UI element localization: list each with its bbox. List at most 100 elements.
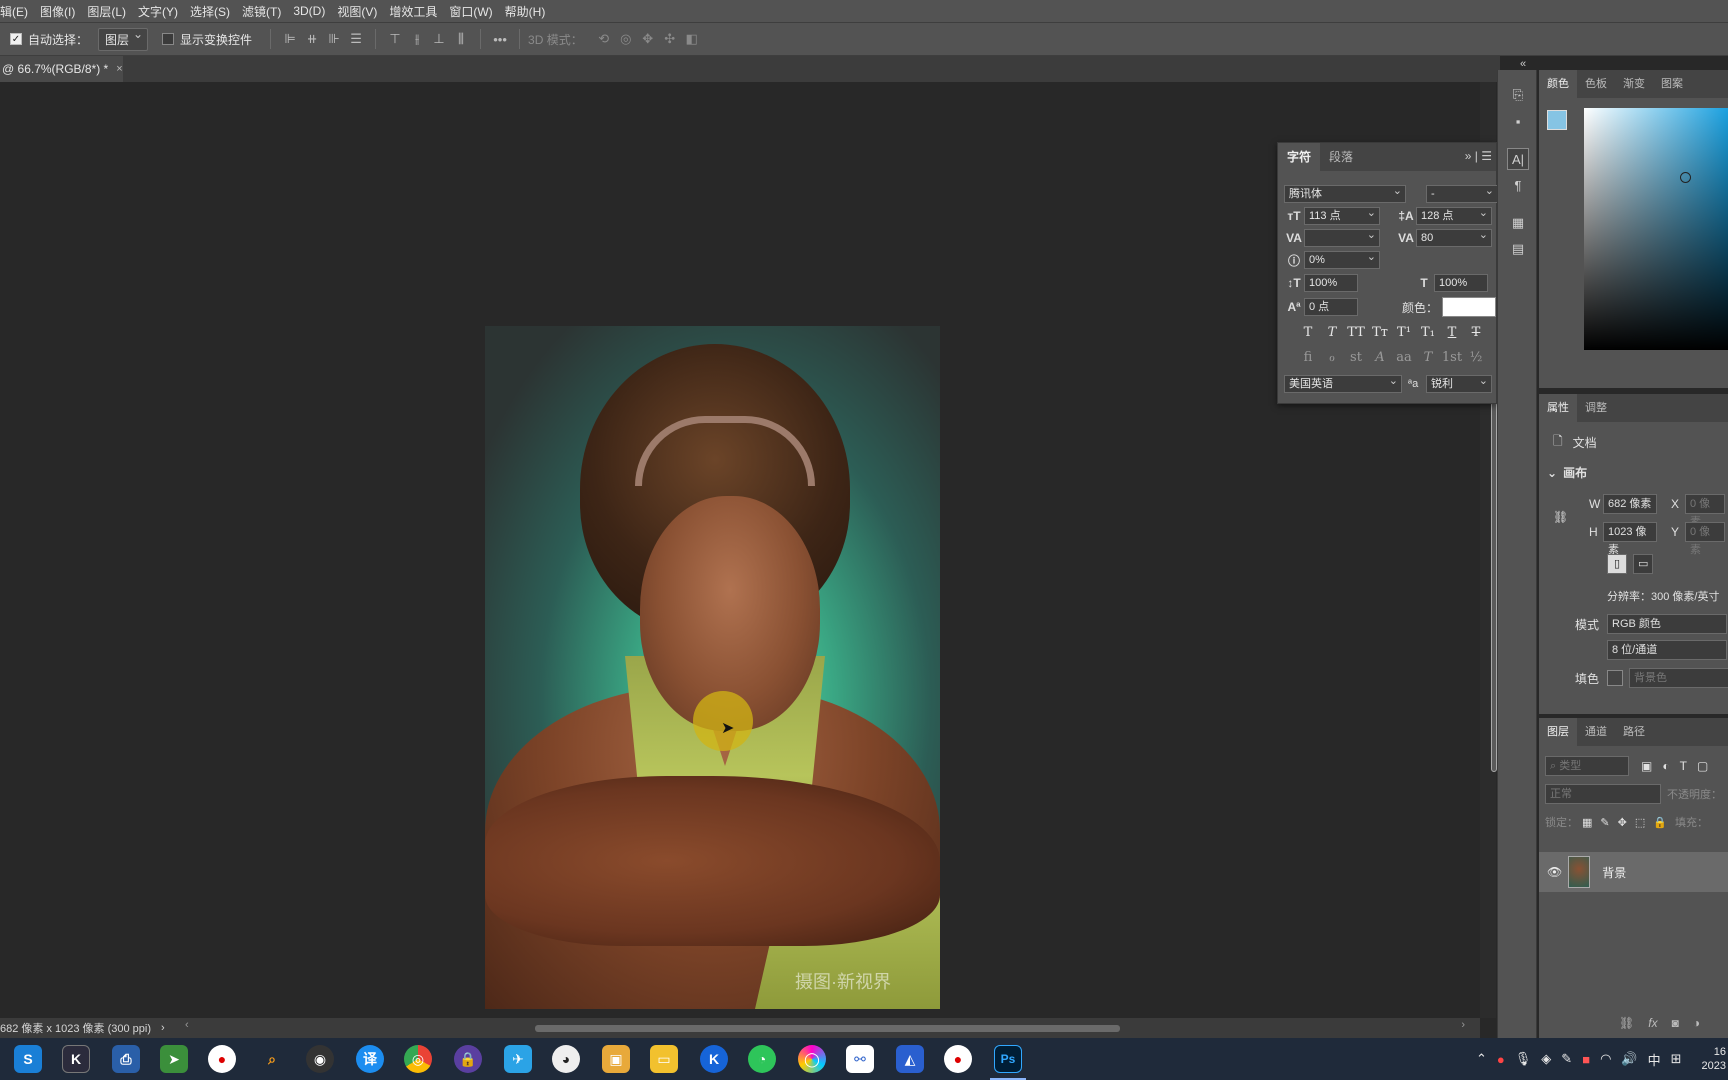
language-select[interactable]: 美国英语 xyxy=(1284,373,1402,393)
fill-select[interactable]: 背景色 xyxy=(1629,668,1728,688)
comments-icon[interactable]: ▪ xyxy=(1507,110,1529,132)
font-style-select[interactable]: - xyxy=(1426,183,1498,203)
horizontal-scrollbar[interactable]: ‹ › xyxy=(175,1019,1475,1034)
ime-grid-icon[interactable]: ⊞ xyxy=(1671,1051,1682,1067)
app-k-icon[interactable]: K xyxy=(62,1045,90,1073)
filter-type-icon[interactable]: T xyxy=(1680,759,1687,773)
chevron-down-icon[interactable]: ⌄ xyxy=(1547,466,1557,480)
auto-select-checkbox[interactable]: ✓ xyxy=(10,33,22,45)
font-family-select[interactable]: 腾讯体 xyxy=(1284,183,1406,203)
filter-pixel-icon[interactable]: ▣ xyxy=(1641,759,1652,773)
tab-layers[interactable]: 图层 xyxy=(1539,718,1577,746)
maps-icon[interactable]: ✈ xyxy=(504,1045,532,1073)
align-bottom-icon[interactable]: ⊥ xyxy=(428,28,450,50)
anti-alias-select[interactable]: 锐利 xyxy=(1426,373,1492,393)
menu-plugins[interactable]: 增效工具 xyxy=(389,3,443,20)
lock-all-icon[interactable]: 🔒 xyxy=(1653,816,1667,829)
lock-move-icon[interactable]: ✥ xyxy=(1618,816,1627,829)
canvas-y-field[interactable]: 0 像素 xyxy=(1685,522,1725,556)
filter-shape-icon[interactable]: ▢ xyxy=(1697,759,1708,773)
paragraph-panel-icon[interactable]: ¶ xyxy=(1507,174,1529,196)
app-launcher-icon[interactable]: S xyxy=(14,1045,42,1073)
align-top-icon[interactable]: ⊤ xyxy=(384,28,406,50)
tray-red-icon[interactable]: ■ xyxy=(1582,1052,1590,1067)
canvas-x-field[interactable]: 0 像素 xyxy=(1685,494,1725,528)
fractions-button[interactable]: ½ xyxy=(1464,350,1488,365)
align-middle-v-icon[interactable]: ⫲ xyxy=(406,28,428,50)
kerning-field[interactable] xyxy=(1304,227,1380,247)
document-tab[interactable]: @ 66.7%(RGB/8*) * × xyxy=(0,56,123,82)
filter-adjustment-icon[interactable]: ◐ xyxy=(1662,759,1669,773)
foreground-color-swatch[interactable] xyxy=(1547,110,1567,130)
distribute-icon[interactable]: ☰ xyxy=(345,28,367,50)
contextual-button[interactable]: T xyxy=(1416,350,1440,365)
table-icon[interactable]: ▦ xyxy=(1507,212,1529,234)
blend-mode-select[interactable]: 正常 xyxy=(1545,784,1661,804)
document-image[interactable]: ➤ 摄图·新视界 xyxy=(485,326,940,1009)
layer-filter-select[interactable]: ⌕ 类型 xyxy=(1545,756,1629,776)
faux-bold-button[interactable]: T xyxy=(1296,325,1320,340)
horizontal-scroll-thumb[interactable] xyxy=(535,1025,1120,1032)
tab-color[interactable]: 颜色 xyxy=(1539,70,1577,98)
visibility-eye-icon[interactable]: 👁 xyxy=(1547,865,1562,879)
titling-button[interactable]: aa xyxy=(1392,350,1416,365)
microphone-icon[interactable]: 🎙 xyxy=(1515,1051,1532,1067)
layer-name[interactable]: 背景 xyxy=(1602,864,1626,881)
search-app-icon[interactable]: ⌕ xyxy=(258,1045,286,1073)
clock[interactable]: 16 2023 xyxy=(1692,1045,1726,1073)
link-icon[interactable]: ⛓ xyxy=(1553,510,1568,524)
link-layers-icon[interactable]: ⛓ xyxy=(1619,1016,1634,1030)
send-icon[interactable]: ➤ xyxy=(160,1045,188,1073)
tab-paragraph[interactable]: 段落 xyxy=(1320,143,1362,171)
scroll-right-icon[interactable]: › xyxy=(1461,1019,1465,1031)
more-options-icon[interactable]: ••• xyxy=(489,28,511,50)
obs-icon[interactable]: ◉ xyxy=(306,1045,334,1073)
3d-roll-icon[interactable]: ◎ xyxy=(615,28,637,50)
character-panel-icon[interactable]: A| xyxy=(1507,148,1529,170)
menu-window[interactable]: 窗口(W) xyxy=(449,3,498,20)
translate-icon[interactable]: 译 xyxy=(356,1045,384,1073)
collapse-panels-icon[interactable]: « xyxy=(1520,58,1526,70)
leading-field[interactable]: 128 点 xyxy=(1416,205,1492,225)
tab-patterns[interactable]: 图案 xyxy=(1653,70,1691,98)
tab-gradients[interactable]: 渐变 xyxy=(1615,70,1653,98)
vpn-icon[interactable]: 🔒 xyxy=(454,1045,482,1073)
libraries-icon[interactable]: ▤ xyxy=(1507,238,1529,260)
faux-italic-button[interactable]: T xyxy=(1320,325,1344,340)
horizontal-scale-field[interactable]: 100% xyxy=(1434,274,1488,292)
history-icon[interactable]: ⎘ xyxy=(1507,84,1529,106)
strikethrough-button[interactable]: T xyxy=(1464,325,1488,340)
menu-layer[interactable]: 图层(L) xyxy=(87,3,132,20)
scroll-left-icon[interactable]: ‹ xyxy=(185,1019,189,1031)
record-icon[interactable]: ● xyxy=(208,1045,236,1073)
align-center-h-icon[interactable]: ⧺ xyxy=(301,28,323,50)
tray-app-icon[interactable]: ◈ xyxy=(1541,1051,1551,1067)
menu-select[interactable]: 选择(S) xyxy=(190,3,236,20)
menu-type[interactable]: 文字(Y) xyxy=(138,3,184,20)
portrait-icon[interactable]: ▯ xyxy=(1607,554,1627,574)
photoshop-icon[interactable]: Ps xyxy=(994,1045,1022,1073)
small-caps-button[interactable]: Tт xyxy=(1368,325,1392,340)
close-tab-icon[interactable]: × xyxy=(116,63,122,75)
file-explorer-icon[interactable]: ▭ xyxy=(650,1045,678,1073)
menu-help[interactable]: 帮助(H) xyxy=(505,3,552,20)
3d-pan-icon[interactable]: ✥ xyxy=(637,28,659,50)
adjustment-layer-icon[interactable]: ◑ xyxy=(1693,1016,1700,1030)
screen-record-icon[interactable]: ● xyxy=(944,1045,972,1073)
color-picker-handle[interactable] xyxy=(1680,172,1691,183)
status-arrow-icon[interactable]: › xyxy=(161,1022,165,1034)
wifi-icon[interactable]: ◠ xyxy=(1600,1051,1611,1067)
canvas-width-field[interactable]: 682 像素 xyxy=(1603,494,1657,514)
color-picker-field[interactable] xyxy=(1584,108,1728,350)
tab-paths[interactable]: 路径 xyxy=(1615,718,1653,746)
underline-button[interactable]: T xyxy=(1440,325,1464,340)
add-mask-icon[interactable]: ◙ xyxy=(1672,1016,1679,1030)
auto-select-dropdown[interactable]: 图层 xyxy=(98,27,149,51)
tab-swatches[interactable]: 色板 xyxy=(1577,70,1615,98)
vertical-scale-field[interactable]: 100% xyxy=(1304,274,1358,292)
tab-properties[interactable]: 属性 xyxy=(1539,394,1577,422)
superscript-button[interactable]: T¹ xyxy=(1392,325,1416,340)
tracking-field[interactable]: 80 xyxy=(1416,227,1492,247)
tray-pen-icon[interactable]: ✎ xyxy=(1561,1051,1572,1067)
chrome-icon[interactable]: ◎ xyxy=(404,1045,432,1073)
